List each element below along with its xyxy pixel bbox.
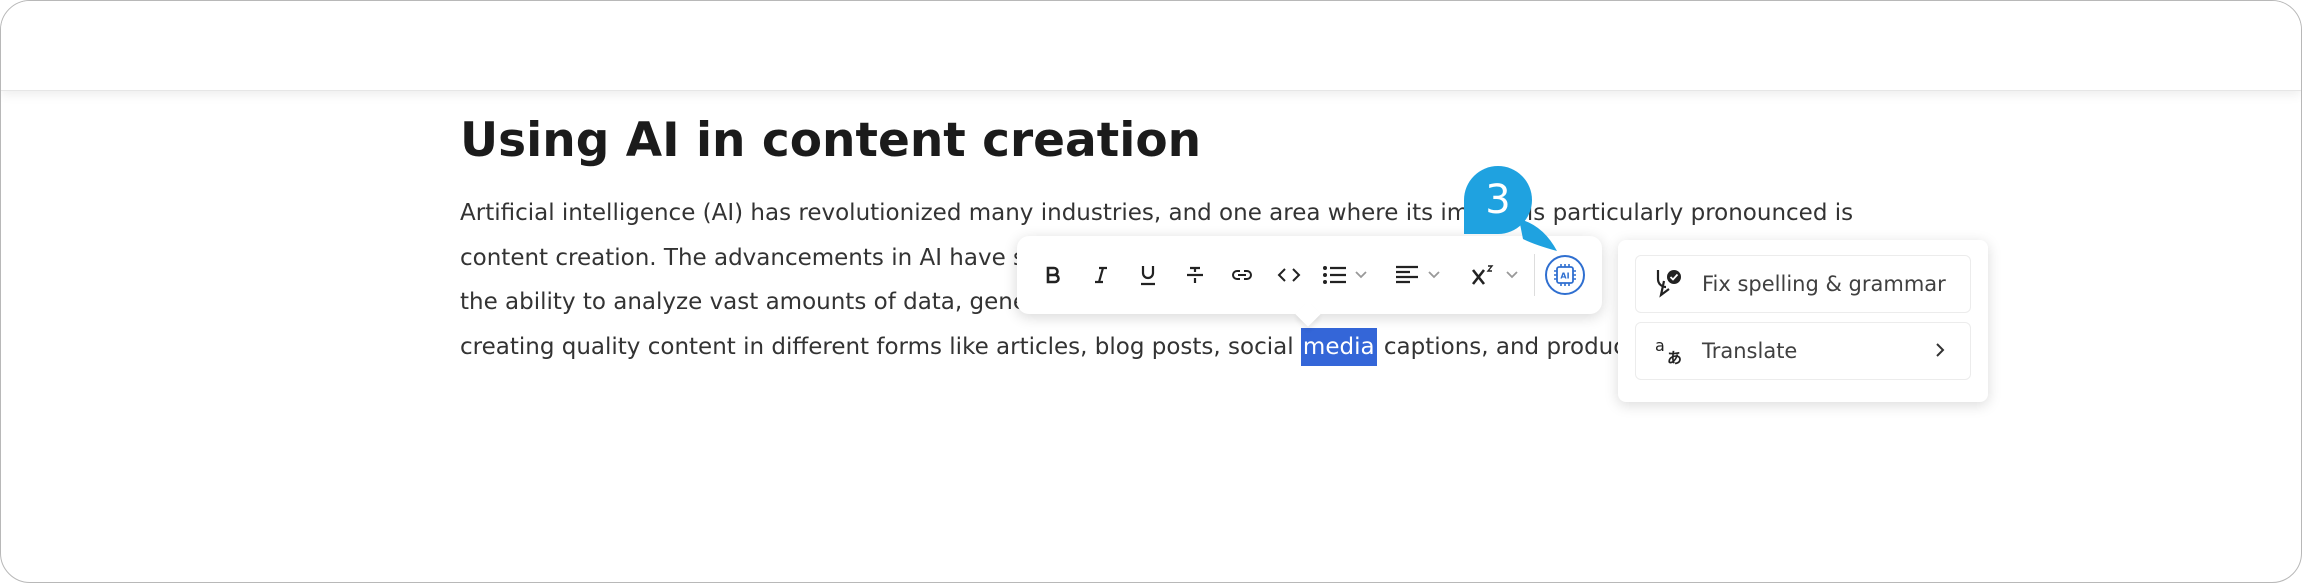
bulleted-list-icon: [1323, 266, 1346, 284]
floating-format-toolbar: AI: [1017, 236, 1602, 327]
underline-button[interactable]: [1131, 236, 1165, 314]
step-callout-number: 3: [1485, 177, 1511, 223]
link-icon: [1232, 270, 1252, 280]
superscript-icon: [1471, 265, 1494, 285]
bold-button[interactable]: [1036, 236, 1070, 314]
menu-item-label: Translate: [1702, 339, 1798, 363]
code-button[interactable]: [1272, 236, 1306, 314]
alignment-button[interactable]: [1395, 236, 1451, 314]
italic-icon: [1095, 266, 1107, 284]
translate-icon: a あ: [1655, 336, 1682, 366]
line-4-before: creating quality content in different fo…: [460, 333, 1301, 360]
svg-text:a: a: [1655, 336, 1665, 355]
menu-item-translate[interactable]: a あ Translate: [1635, 322, 1971, 380]
align-left-icon: [1396, 265, 1418, 284]
line-4-after: captions, and product d: [1376, 333, 1657, 360]
underline-icon: [1141, 266, 1155, 286]
selected-text[interactable]: media: [1300, 327, 1377, 366]
chevron-down-icon: [1355, 271, 1367, 279]
bold-icon: [1046, 266, 1060, 284]
ai-chip-icon: AI: [1554, 264, 1576, 286]
spellcheck-icon: [1656, 270, 1681, 298]
menu-item-label: Fix spelling & grammar: [1702, 272, 1946, 296]
app-window: Using AI in content creation Artificial …: [0, 0, 2302, 583]
code-icon: [1277, 268, 1301, 282]
strikethrough-button[interactable]: [1178, 236, 1212, 314]
link-button[interactable]: [1225, 236, 1259, 314]
svg-text:あ: あ: [1667, 349, 1682, 366]
chevron-down-icon: [1428, 271, 1440, 279]
article-title: Using AI in content creation: [460, 113, 1202, 168]
chevron-right-icon: [1936, 343, 1945, 357]
strikethrough-icon: [1187, 266, 1203, 283]
italic-button[interactable]: [1084, 236, 1118, 314]
menu-item-fix-spelling[interactable]: Fix spelling & grammar: [1635, 255, 1971, 313]
ai-chip-label: AI: [1560, 272, 1569, 281]
top-toolbar-area: [1, 1, 2301, 91]
ai-actions-menu: Fix spelling & grammar a あ Translate: [1618, 240, 1988, 402]
paragraph-line-1: Artificial intelligence (AI) has revolut…: [460, 200, 1854, 226]
toolbar-divider: [1534, 254, 1535, 296]
ai-assistant-button[interactable]: AI: [1545, 255, 1585, 295]
chevron-down-icon: [1506, 271, 1518, 279]
bulleted-list-button[interactable]: [1322, 236, 1378, 314]
